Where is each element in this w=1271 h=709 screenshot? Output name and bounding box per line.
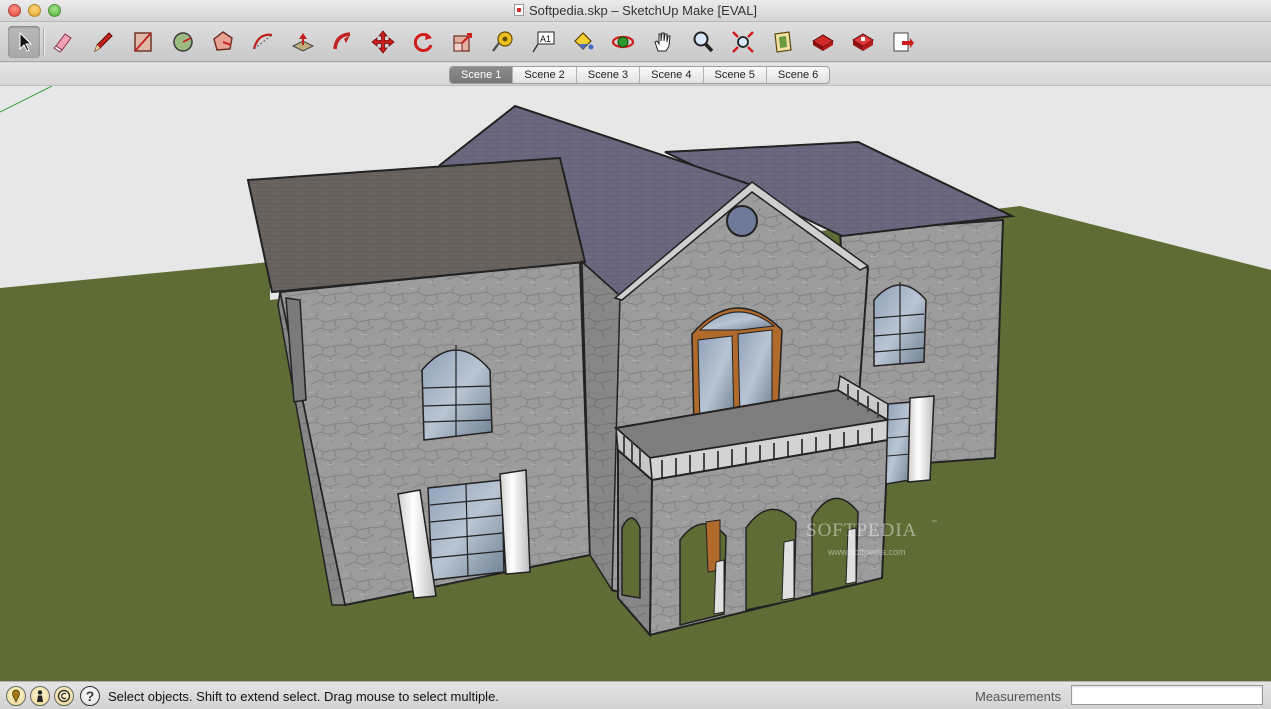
extension-warehouse-icon [852,33,874,51]
circle-tool-button[interactable] [167,26,199,58]
follow-me-tool-icon [333,32,351,50]
tab-scene-1[interactable]: Scene 1 [450,67,514,83]
tape-measure-tool-icon [492,31,513,52]
scale-tool-button[interactable] [447,26,479,58]
move-tool-icon [371,30,395,54]
geo-location-icon[interactable] [6,686,26,706]
paint-bucket-tool-icon [574,32,594,50]
getting-started-toolbar: A1 [0,22,1271,62]
rotate-tool-button[interactable] [407,26,439,58]
arc-tool-button[interactable] [247,26,279,58]
credits-icon[interactable] [30,686,50,706]
pencil-tool-icon [94,32,113,53]
section-plane-tool-button[interactable] [767,26,799,58]
scene-tab-strip: Scene 1 Scene 2 Scene 3 Scene 4 Scene 5 … [0,63,1271,86]
document-proxy-icon[interactable] [513,4,524,16]
extension-warehouse-button[interactable] [847,26,879,58]
eraser-tool-icon [53,33,72,53]
model-viewport[interactable]: SOFTPEDIA ™ www.softpedia.com [0,86,1271,681]
paint-bucket-tool-button[interactable] [567,26,599,58]
tab-scene-4[interactable]: Scene 4 [640,67,704,83]
text-tool-button[interactable]: A1 [527,26,559,58]
rectangle-tool-button[interactable] [127,26,159,58]
copyright-icon[interactable] [54,686,74,706]
pan-tool-icon [654,32,671,52]
measurements-label: Measurements [975,689,1061,704]
text-tool-icon: A1 [532,31,555,53]
3d-warehouse-button[interactable] [807,26,839,58]
tab-scene-3[interactable]: Scene 3 [577,67,641,83]
status-instruction: Select objects. Shift to extend select. … [108,689,499,704]
tab-scene-6[interactable]: Scene 6 [767,67,829,83]
rotate-tool-icon [413,33,433,52]
zoom-tool-button[interactable] [687,26,719,58]
rectangle-tool-icon [134,32,152,52]
send-to-layout-button[interactable] [887,26,919,58]
3d-warehouse-icon [812,34,834,51]
polygon-tool-icon [213,31,233,51]
arc-tool-icon [252,33,273,50]
left-arched-window [421,349,493,441]
help-icon[interactable]: ? [80,686,100,706]
zoom-extents-tool-icon [732,31,754,53]
orbit-tool-button[interactable] [607,26,639,58]
tab-scene-5[interactable]: Scene 5 [704,67,767,83]
toolbar-separator [43,28,44,56]
eraser-tool-button[interactable] [47,26,79,58]
scale-tool-icon [453,33,472,52]
zoom-tool-icon [693,31,714,53]
watermark-trademark: ™ [931,519,937,526]
orbit-tool-icon [611,35,635,49]
right-wing-column [907,395,935,483]
pencil-tool-button[interactable] [87,26,119,58]
svg-text:A1: A1 [540,34,551,44]
left-door-column-2 [499,469,531,575]
select-tool-button[interactable] [8,26,40,58]
push-pull-tool-button[interactable] [287,26,319,58]
section-plane-tool-icon [774,31,792,53]
follow-me-tool-button[interactable] [327,26,359,58]
send-to-layout-icon [893,32,914,52]
measurements-input[interactable] [1071,685,1263,705]
polygon-tool-button[interactable] [207,26,239,58]
move-tool-button[interactable] [367,26,399,58]
watermark-brand: SOFTPEDIA [806,520,917,541]
zoom-extents-tool-button[interactable] [727,26,759,58]
window-title-group: Softpedia.skp – SketchUp Make [EVAL] [0,3,1271,18]
status-bar: ? Select objects. Shift to extend select… [0,681,1271,709]
tab-scene-2[interactable]: Scene 2 [513,67,577,83]
select-tool-icon [19,31,33,52]
house-model-scene: SOFTPEDIA ™ www.softpedia.com [0,86,1271,681]
tape-measure-tool-button[interactable] [487,26,519,58]
push-pull-tool-icon [291,33,315,52]
watermark-url: www.softpedia.com [827,547,906,557]
pan-tool-button[interactable] [647,26,679,58]
circle-tool-icon [173,32,193,52]
scene-tabs: Scene 1 Scene 2 Scene 3 Scene 4 Scene 5 … [449,66,831,84]
title-bar: Softpedia.skp – SketchUp Make [EVAL] [0,0,1271,22]
window-title: Softpedia.skp – SketchUp Make [EVAL] [528,3,758,18]
gable-round-window [726,205,758,237]
